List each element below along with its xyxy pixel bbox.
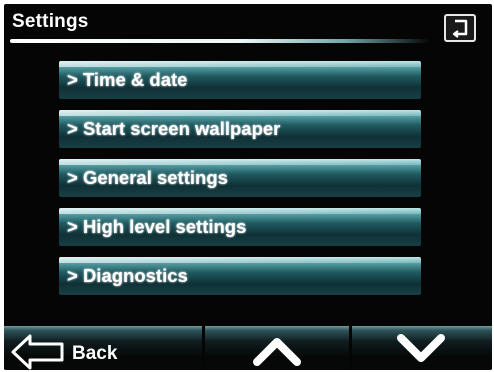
menu-item-label: > General settings: [67, 167, 228, 188]
chevron-up-icon: [253, 338, 301, 366]
menu-item-general-settings[interactable]: > General settings: [59, 159, 421, 197]
return-button[interactable]: [444, 14, 476, 42]
scroll-down-button[interactable]: [352, 326, 492, 370]
title-underline: [10, 39, 430, 43]
scroll-up-button[interactable]: [205, 326, 349, 370]
header: Settings: [4, 4, 492, 50]
bottom-bar: Back: [4, 326, 492, 370]
menu-item-start-screen-wallpaper[interactable]: > Start screen wallpaper: [59, 110, 421, 148]
menu-item-label: > High level settings: [67, 216, 247, 237]
chevron-down-icon: [397, 334, 445, 362]
return-arrow-icon: [452, 19, 468, 38]
menu-item-time-date[interactable]: > Time & date: [59, 61, 421, 99]
back-label: Back: [72, 343, 118, 364]
back-button[interactable]: Back: [4, 326, 202, 370]
menu-item-high-level-settings[interactable]: > High level settings: [59, 208, 421, 246]
menu-item-label: > Time & date: [67, 69, 188, 90]
settings-screen: Settings > Time & date > Start screen wa…: [4, 4, 492, 370]
menu-item-label: > Start screen wallpaper: [67, 118, 281, 139]
settings-menu: > Time & date > Start screen wallpaper >…: [59, 61, 421, 306]
back-arrow-icon: [11, 334, 64, 370]
menu-item-label: > Diagnostics: [67, 265, 188, 286]
page-title: Settings: [12, 11, 89, 32]
menu-item-diagnostics[interactable]: > Diagnostics: [59, 257, 421, 295]
